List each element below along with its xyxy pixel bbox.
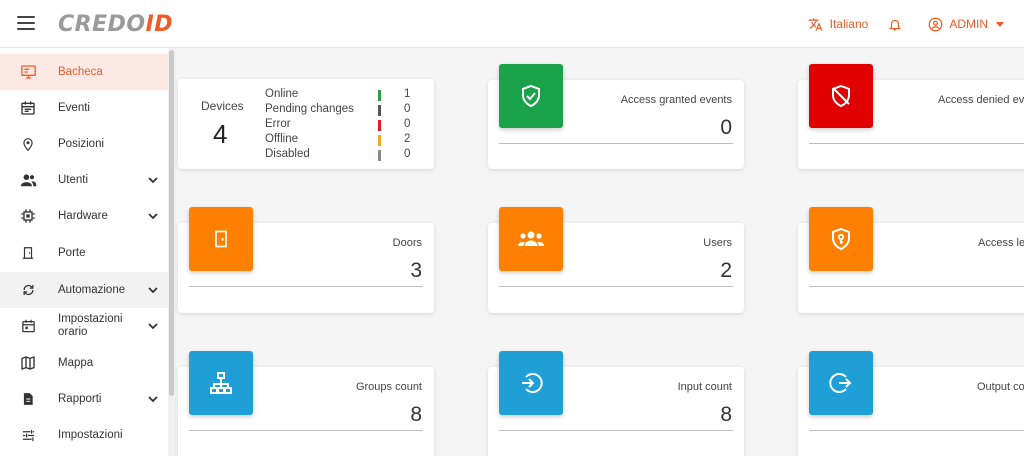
menu-icon[interactable] <box>17 16 35 32</box>
stat-disabled: Disabled 0 <box>265 148 411 161</box>
location-pin-icon <box>19 135 37 153</box>
account-circle-icon <box>928 17 943 31</box>
access-granted-icon-box <box>499 64 563 128</box>
chevron-down-icon <box>148 213 158 220</box>
user-name: ADMIN <box>949 17 988 31</box>
devices-card[interactable]: Devices 4 Online 1 Pending changes 0 Err… <box>178 79 434 169</box>
sidebar-item-eventi[interactable]: Eventi <box>0 90 168 126</box>
sidebar-item-impostazioni[interactable]: Impostazioni <box>0 417 168 453</box>
access-denied-icon-box <box>809 64 873 128</box>
logout-icon <box>829 373 852 393</box>
report-icon <box>19 390 37 408</box>
access-levels-icon-box <box>809 207 873 271</box>
sidebar-item-hardware[interactable]: Hardware <box>0 198 168 234</box>
sidebar-item-porte[interactable]: Porte <box>0 235 168 271</box>
door-icon <box>215 230 227 248</box>
logo[interactable]: CREDO ID <box>58 10 173 38</box>
devices-count: 4 <box>213 119 228 149</box>
chip-icon <box>19 207 37 225</box>
translate-icon <box>808 17 822 31</box>
outputs-icon-box <box>809 351 873 415</box>
inputs-icon-box <box>499 351 563 415</box>
sidebar-item-impostazioni-orario[interactable]: Impostazioni orario <box>0 308 168 344</box>
shield-off-icon <box>832 84 850 108</box>
schedule-icon <box>19 317 37 335</box>
login-icon <box>522 373 543 393</box>
app-header: CREDO ID Italiano ADMIN <box>0 0 1024 48</box>
calendar-icon <box>19 99 37 117</box>
chevron-down-icon <box>148 287 158 294</box>
sidebar-item-bacheca[interactable]: Bacheca <box>0 54 168 90</box>
users-icon <box>19 171 37 189</box>
map-icon <box>19 354 37 372</box>
language-selector[interactable]: Italiano <box>808 17 869 32</box>
sidebar-item-rapporti[interactable]: Rapporti <box>0 381 168 417</box>
disabled-indicator <box>378 150 381 161</box>
caret-down-icon <box>996 21 1004 27</box>
sidebar-item-automazione[interactable]: Automazione <box>0 272 168 308</box>
bell-icon <box>889 19 902 30</box>
group-icon <box>518 231 544 246</box>
chevron-down-icon <box>148 323 158 330</box>
error-indicator <box>378 120 381 131</box>
sliders-icon <box>19 426 37 444</box>
shield-key-icon <box>832 227 850 251</box>
doors-icon-box <box>189 207 253 271</box>
stat-offline: Offline 2 <box>265 133 411 146</box>
users-icon-box <box>499 207 563 271</box>
offline-indicator <box>378 135 381 146</box>
stat-online: Online 1 <box>265 88 411 101</box>
stat-pending-changes: Pending changes 0 <box>265 103 411 116</box>
stat-error: Error 0 <box>265 118 411 131</box>
devices-title: Devices <box>201 99 244 113</box>
door-icon <box>19 244 37 262</box>
pending-indicator <box>378 105 381 116</box>
chevron-down-icon <box>148 396 158 403</box>
sidebar-item-mappa[interactable]: Mappa <box>0 345 168 381</box>
sidebar: Bacheca Eventi Posizioni Utenti Hardware… <box>0 48 176 456</box>
notifications-button[interactable] <box>888 17 902 32</box>
sidebar-scroll-thumb[interactable] <box>169 50 174 396</box>
online-indicator <box>378 90 381 101</box>
sync-icon <box>19 281 37 299</box>
chevron-down-icon <box>148 177 158 184</box>
user-menu[interactable]: ADMIN <box>928 17 1004 32</box>
shield-check-icon <box>522 84 540 108</box>
network-icon <box>210 372 232 394</box>
dashboard-icon <box>19 63 37 81</box>
language-label: Italiano <box>829 17 869 31</box>
sidebar-item-posizioni[interactable]: Posizioni <box>0 126 168 162</box>
groups-icon-box <box>189 351 253 415</box>
sidebar-item-utenti[interactable]: Utenti <box>0 162 168 198</box>
